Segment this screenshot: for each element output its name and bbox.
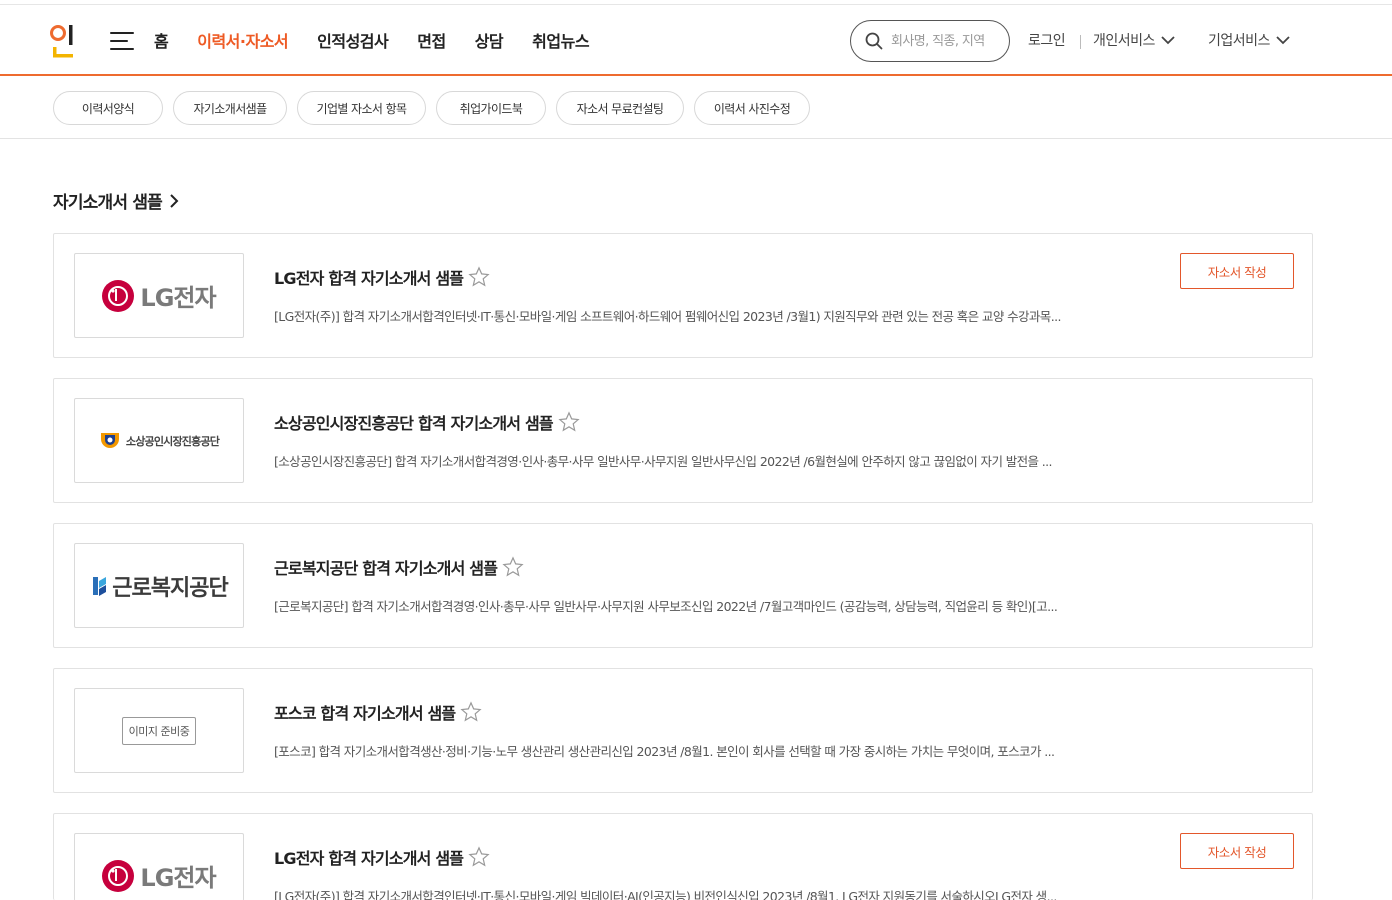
card-description: [LG전자(주)] 합격 자기소개서합격인터넷·IT·통신·모바일·게임 빅데이…	[274, 889, 1057, 900]
star-icon[interactable]	[468, 266, 490, 288]
card-title[interactable]: 포스코 합격 자기소개서 샘플	[274, 700, 482, 724]
main-nav: 홈 이력서·자소서 인적성검사 면접 상담 취업뉴스	[154, 5, 618, 75]
card-title[interactable]: 소상공인시장진흥공단 합격 자기소개서 샘플	[274, 410, 580, 434]
company-logo: 근로복지공단	[74, 543, 244, 628]
sample-card[interactable]: 소상공인시장진흥공단 소상공인시장진흥공단 합격 자기소개서 샘플 [소상공인시…	[53, 378, 1313, 503]
company-logo: LG전자	[74, 253, 244, 338]
sample-card[interactable]: 근로복지공단 근로복지공단 합격 자기소개서 샘플 [근로복지공단] 합격 자기…	[53, 523, 1313, 648]
write-cover-letter-button[interactable]: 자소서 작성	[1180, 253, 1294, 289]
chip-company-items[interactable]: 기업별 자소서 항목	[297, 91, 426, 125]
company-logo-text: 근로복지공단	[112, 575, 228, 601]
top-header: 홈 이력서·자소서 인적성검사 면접 상담 취업뉴스 로그인 개인서비스 기업서…	[0, 4, 1392, 76]
sample-card[interactable]: LG전자 LG전자 합격 자기소개서 샘플 [LG전자(주)] 합격 자기소개서…	[53, 813, 1313, 900]
chevron-right-icon	[170, 193, 179, 208]
site-logo[interactable]	[50, 23, 78, 59]
card-description: [소상공인시장진흥공단] 합격 자기소개서합격경영·인사·총무·사무 일반사무·…	[274, 454, 1053, 469]
card-title-text: 포스코 합격 자기소개서 샘플	[274, 704, 456, 723]
sub-nav: 이력서양식 자기소개서샘플 기업별 자소서 항목 취업가이드북 자소서 무료컨설…	[0, 76, 1392, 139]
section-title-text: 자기소개서 샘플	[53, 193, 163, 213]
star-icon[interactable]	[468, 846, 490, 868]
write-cover-letter-button[interactable]: 자소서 작성	[1180, 833, 1294, 869]
corporate-service-label: 기업서비스	[1208, 33, 1270, 49]
nav-aptitude[interactable]: 인적성검사	[317, 28, 389, 52]
divider	[1080, 35, 1081, 49]
card-title[interactable]: 근로복지공단 합격 자기소개서 샘플	[274, 555, 524, 579]
company-logo-text: LG전자	[140, 864, 216, 892]
card-title-text: 근로복지공단 합격 자기소개서 샘플	[274, 559, 498, 578]
section-title[interactable]: 자기소개서 샘플	[53, 188, 179, 213]
nav-home[interactable]: 홈	[154, 28, 169, 52]
card-title-text: LG전자 합격 자기소개서 샘플	[274, 269, 464, 288]
company-logo: 소상공인시장진흥공단	[74, 398, 244, 483]
star-icon[interactable]	[558, 411, 580, 433]
semas-logo-icon	[100, 432, 119, 448]
chip-resume-form[interactable]: 이력서양식	[53, 91, 163, 125]
chip-photo-edit[interactable]: 이력서 사진수정	[694, 91, 810, 125]
card-title-text: LG전자 합격 자기소개서 샘플	[274, 849, 464, 868]
nav-consult[interactable]: 상담	[475, 28, 504, 52]
kcomwel-logo-icon	[93, 576, 107, 596]
card-description: [LG전자(주)] 합격 자기소개서합격인터넷·IT·통신·모바일·게임 소프트…	[274, 309, 1061, 324]
sample-card[interactable]: LG전자 LG전자 합격 자기소개서 샘플 [LG전자(주)] 합격 자기소개서…	[53, 233, 1313, 358]
card-description: [근로복지공단] 합격 자기소개서합격경영·인사·총무·사무 일반사무·사무지원…	[274, 599, 1058, 614]
card-title[interactable]: LG전자 합격 자기소개서 샘플	[274, 845, 490, 869]
menu-icon[interactable]	[110, 32, 134, 50]
star-icon[interactable]	[460, 701, 482, 723]
search-icon	[865, 32, 883, 50]
company-logo: LG전자	[74, 833, 244, 900]
image-placeholder: 이미지 준비중	[121, 716, 197, 745]
card-title-text: 소상공인시장진흥공단 합격 자기소개서 샘플	[274, 414, 554, 433]
chip-cover-letter-sample[interactable]: 자기소개서샘플	[173, 91, 287, 125]
search-box[interactable]	[850, 20, 1010, 62]
company-logo: 이미지 준비중	[74, 688, 244, 773]
company-logo-text: 소상공인시장진흥공단	[125, 434, 220, 448]
card-title[interactable]: LG전자 합격 자기소개서 샘플	[274, 265, 490, 289]
nav-news[interactable]: 취업뉴스	[532, 28, 589, 52]
lg-logo-icon	[102, 859, 135, 892]
search-input[interactable]	[891, 33, 1001, 49]
nav-interview[interactable]: 면접	[417, 28, 446, 52]
personal-service-menu[interactable]: 개인서비스	[1093, 5, 1175, 75]
company-logo-text: LG전자	[140, 284, 216, 312]
nav-resume[interactable]: 이력서·자소서	[197, 28, 288, 52]
chip-guidebook[interactable]: 취업가이드북	[436, 91, 546, 125]
lg-logo-icon	[102, 279, 135, 312]
login-link[interactable]: 로그인	[1028, 5, 1066, 75]
corporate-service-menu[interactable]: 기업서비스	[1208, 5, 1290, 75]
chevron-down-icon	[1161, 35, 1175, 44]
chip-free-consulting[interactable]: 자소서 무료컨설팅	[556, 91, 684, 125]
card-description: [포스코] 합격 자기소개서합격생산·정비·기능·노무 생산관리 생산관리신입 …	[274, 744, 1055, 759]
sample-card[interactable]: 이미지 준비중 포스코 합격 자기소개서 샘플 [포스코] 합격 자기소개서합격…	[53, 668, 1313, 793]
chevron-down-icon	[1276, 35, 1290, 44]
star-icon[interactable]	[502, 556, 524, 578]
personal-service-label: 개인서비스	[1093, 33, 1155, 49]
